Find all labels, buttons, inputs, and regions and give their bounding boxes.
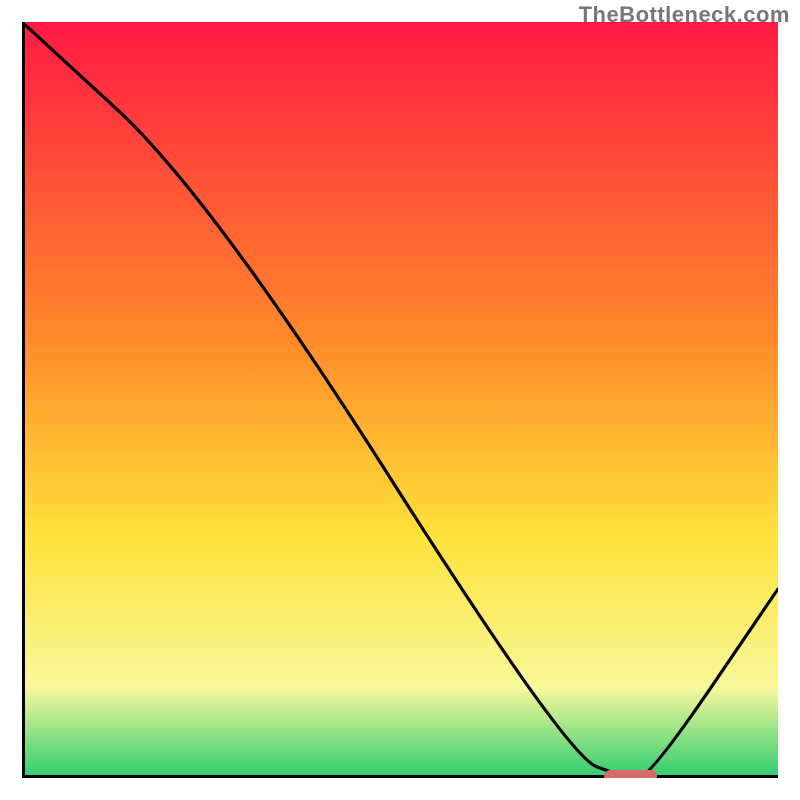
chart-svg xyxy=(22,22,778,778)
watermark-text: TheBottleneck.com xyxy=(579,2,790,28)
optimal-range-marker xyxy=(604,770,657,778)
bottleneck-chart: TheBottleneck.com xyxy=(0,0,800,800)
gradient-background xyxy=(22,22,778,778)
plot-area xyxy=(22,22,778,778)
